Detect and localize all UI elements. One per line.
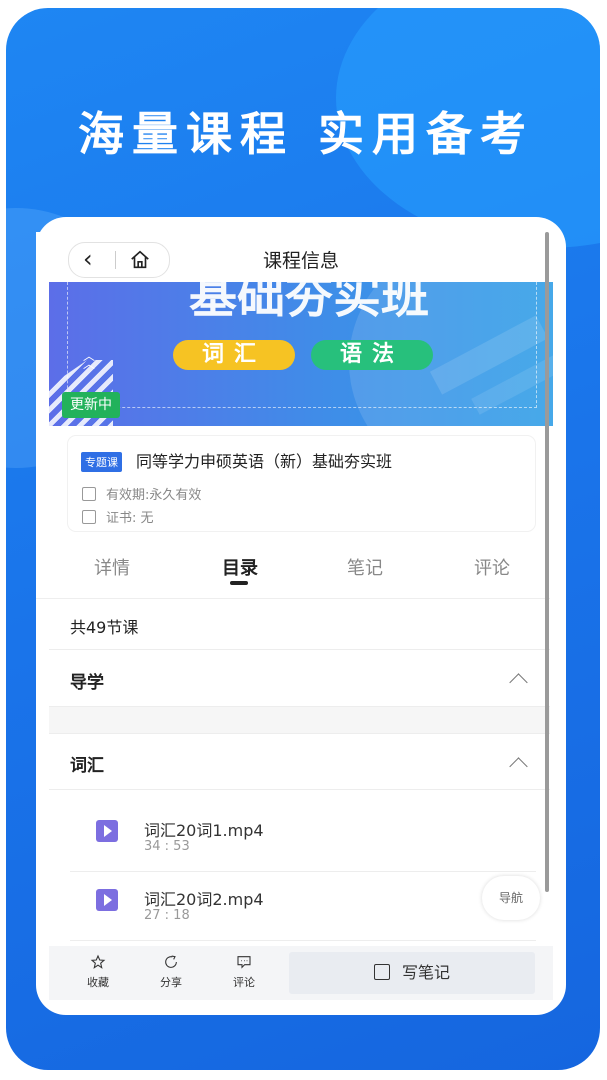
lesson-name[interactable]: 词汇20词2.mp4	[144, 886, 264, 910]
tab-notes[interactable]: 笔记	[325, 554, 405, 580]
divider	[49, 733, 550, 734]
video-file-icon	[96, 820, 118, 842]
share-icon	[165, 955, 177, 968]
lesson-count: 共49节课	[70, 618, 139, 637]
active-tab-indicator	[230, 581, 248, 585]
course-info-card: 专题课 同等学力申硕英语（新）基础夯实班 有效期:永久有效 证书: 无	[68, 436, 535, 531]
home-icon[interactable]	[129, 249, 151, 271]
navigation-float-button[interactable]: 导航	[482, 876, 540, 920]
comment-label: 评论	[233, 976, 255, 989]
tab-catalog[interactable]: 目录	[200, 554, 280, 580]
nav-capsule: ‹	[68, 242, 170, 278]
course-type-tag: 专题课	[81, 452, 122, 472]
course-title: 同等学力申硕英语（新）基础夯实班	[136, 452, 393, 471]
section-title-vocab[interactable]: 词汇	[70, 751, 104, 776]
share-button[interactable]: 分享	[146, 954, 196, 990]
tab-bar: 详情 目录 笔记 评论	[36, 540, 550, 599]
divider	[70, 871, 536, 872]
video-file-icon	[96, 889, 118, 911]
scrollbar[interactable]	[545, 232, 549, 892]
lesson-duration: 27 : 18	[144, 908, 190, 923]
comment-button[interactable]: 评论	[219, 954, 269, 990]
promo-headline: 海量课程 实用备考	[77, 107, 534, 161]
bottom-action-bar: 收藏 分享 评论 写笔记	[49, 946, 553, 1000]
lesson-name[interactable]: 词汇20词1.mp4	[144, 817, 264, 841]
tab-comments[interactable]: 评论	[452, 554, 532, 580]
lesson-duration: 34 : 53	[144, 839, 190, 854]
write-note-label: 写笔记	[401, 963, 450, 982]
divider	[49, 789, 550, 790]
section-gap	[49, 707, 550, 733]
banner-title: 基础夯实班	[188, 282, 429, 324]
banner-tag-vocab: 词汇	[173, 340, 295, 370]
double-chevron-up-icon: ︿ ︿	[83, 349, 96, 371]
edit-icon	[373, 964, 390, 980]
status-badge: 更新中	[62, 392, 120, 418]
chevron-left-icon[interactable]: ‹	[83, 245, 93, 273]
certificate-row: 证书: 无	[82, 507, 154, 526]
certificate-icon	[82, 510, 96, 524]
course-banner: 基础夯实班 词汇 语法 ︿ ︿	[49, 282, 553, 426]
divider	[70, 940, 536, 941]
share-label: 分享	[160, 976, 182, 989]
tab-details[interactable]: 详情	[72, 554, 152, 580]
banner-tag-grammar: 语法	[311, 340, 433, 370]
divider	[49, 649, 550, 650]
validity-text: 有效期:永久有效	[106, 488, 202, 503]
star-icon	[90, 954, 106, 969]
favorite-button[interactable]: 收藏	[73, 954, 123, 990]
section-title-intro[interactable]: 导学	[70, 668, 104, 693]
write-note-button[interactable]: 写笔记	[289, 952, 535, 994]
favorite-label: 收藏	[87, 976, 109, 989]
calendar-icon	[82, 487, 96, 501]
comment-icon	[237, 956, 251, 969]
divider	[115, 251, 116, 269]
top-nav-bar: 课程信息 ‹	[36, 232, 550, 282]
validity-row: 有效期:永久有效	[82, 484, 201, 503]
certificate-text: 证书: 无	[106, 511, 154, 526]
